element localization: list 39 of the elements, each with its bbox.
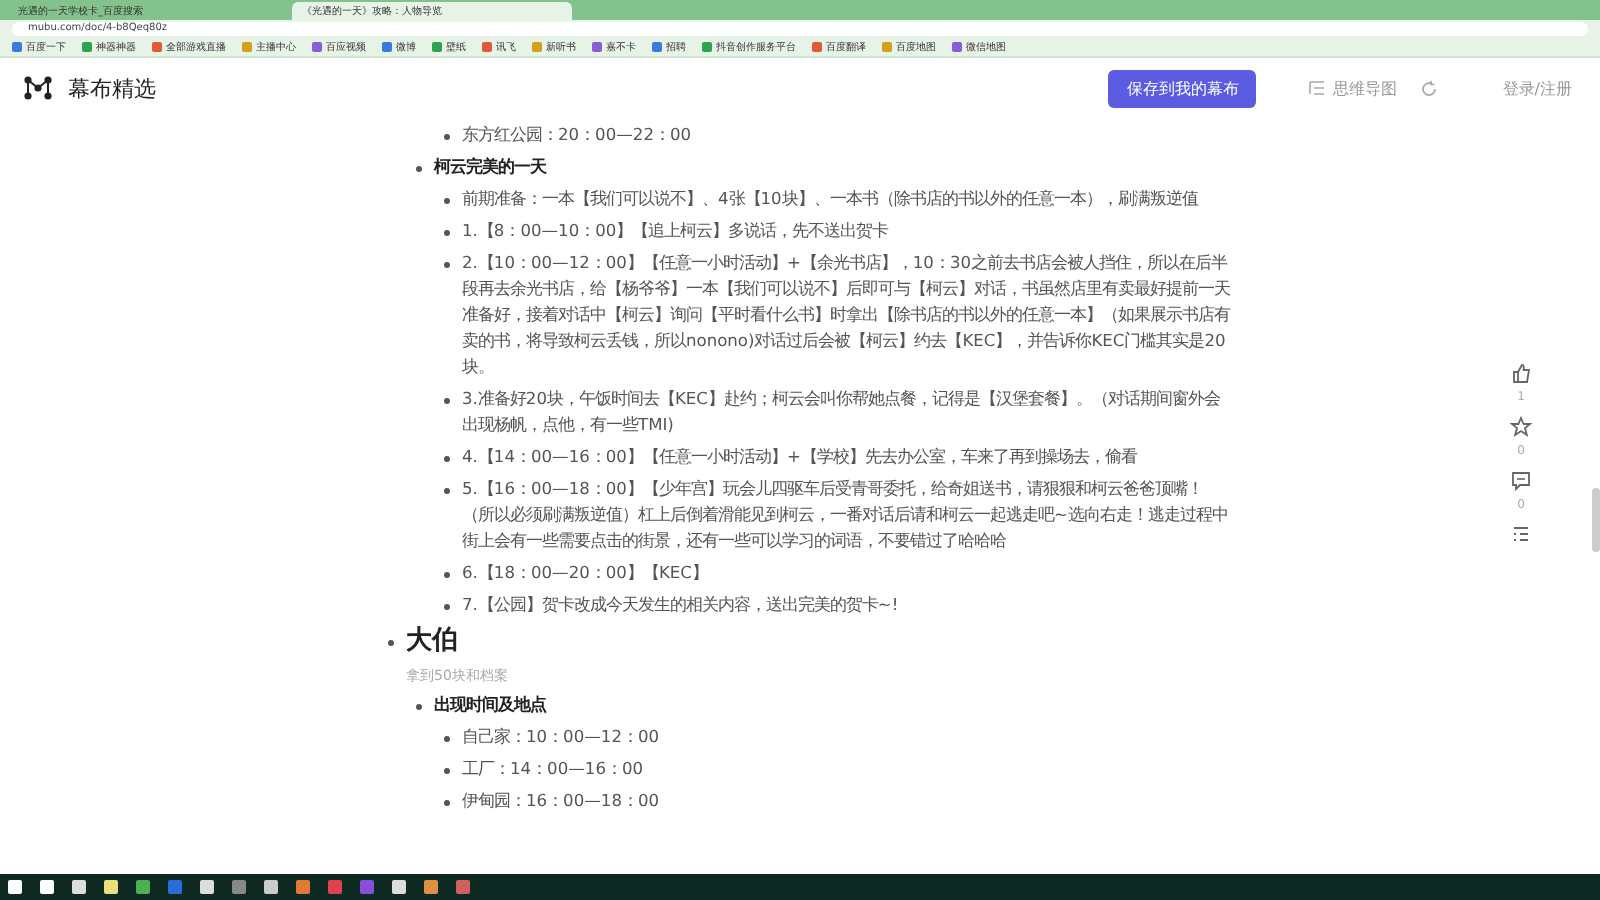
- outline-item-text: 6.【18：00—20：00】【KEC】: [462, 560, 710, 586]
- outline-item-text: 4.【14：00—16：00】【任意一小时活动】+【学校】先去办公室，车来了再到操场去，偷看: [462, 444, 1140, 470]
- section-title: 柯云完美的一天: [434, 154, 549, 180]
- outline-item-text: 1.【8：00—10：00】【追上柯云】多说话，先不送出贺卡: [462, 218, 891, 244]
- logo-text: 幕布精选: [68, 73, 156, 103]
- bullet-icon[interactable]: [444, 230, 450, 236]
- scrollbar[interactable]: [1592, 488, 1600, 552]
- bullet-icon[interactable]: [416, 704, 422, 710]
- bullet-icon[interactable]: [416, 166, 422, 172]
- comment-icon[interactable]: [1510, 470, 1532, 492]
- like-icon[interactable]: [1510, 362, 1532, 384]
- heading-text: 大伯: [406, 624, 460, 660]
- outline-item-text: 伊甸园：16：00—18：00: [462, 788, 662, 814]
- mindmap-icon: [1308, 80, 1327, 96]
- outline-item-text: 3.准备好20块，午饭时间去【KEC】赴约；柯云会叫你帮她点餐，记得是【汉堡套餐】。（对话期间窗外会出现杨帆，点他，有一些TMI): [462, 386, 1222, 438]
- bullet-icon[interactable]: [444, 572, 450, 578]
- bullet-icon[interactable]: [444, 604, 450, 610]
- bullet-icon[interactable]: [388, 640, 394, 646]
- outline-item-text: 7.【公园】贺卡改成今天发生的相关内容，送出完美的贺卡~!: [462, 592, 901, 618]
- outline-item-text: 自己家：10：00—12：00: [462, 724, 662, 750]
- bullet-icon[interactable]: [444, 398, 450, 404]
- bullet-icon[interactable]: [444, 768, 450, 774]
- bullet-icon[interactable]: [444, 262, 450, 268]
- outline-item-text: 工厂：14：00—16：00: [462, 756, 646, 782]
- save-button[interactable]: 保存到我的幕布: [1108, 69, 1257, 107]
- bullet-icon[interactable]: [444, 736, 450, 742]
- bullet-icon[interactable]: [444, 198, 450, 204]
- section-title: 出现时间及地点: [434, 692, 549, 718]
- outline-item-text: 东方红公园：20：00—22：00: [462, 122, 694, 148]
- outline-item-text: 前期准备：一本【我们可以说不】、4张【10块】、一本书（除书店的书以外的任意一本），刷满叛逆值: [462, 186, 1201, 212]
- star-icon[interactable]: [1510, 416, 1532, 438]
- outline-item-text: 2.【10：00—12：00】【任意一小时活动】+【余光书店】，10：30之前去书店会被人挡住，所以在后半段再去余光书店，给【杨爷爷】一本【我们可以说不】后即可与【柯云】对话，书虽然店里有卖最好提前一天准备好，接着对话中【柯云】询问【平时看什么书】时拿出【除书店的书以外的任意一本】（如果展示书店有卖的书，将导致柯云丢钱，所以nonono)对话过后会被【柯云】约去【KEC】，并告诉你KEC门槛其实是20块。: [462, 250, 1232, 380]
- outline-item-text: 5.【16：00—18：00】【少年宫】玩会儿四驱车后受青哥委托，给奇姐送书，请狠狠和柯云爸爸顶嘴！（所以必须刷满叛逆值）杠上后倒着滑能见到柯云，一番对话后请和柯云一起逃走吧~选向右走！逃走过程中街上会有一些需要点击的街景，还有一些可以学习的词语，不要错过了哈哈哈: [462, 476, 1230, 554]
- bullet-icon[interactable]: [444, 488, 450, 494]
- bullet-icon[interactable]: [444, 134, 450, 140]
- bullet-icon[interactable]: [444, 800, 450, 806]
- logo-icon: [24, 76, 52, 100]
- outline-icon[interactable]: [1510, 524, 1532, 546]
- bullet-icon[interactable]: [444, 456, 450, 462]
